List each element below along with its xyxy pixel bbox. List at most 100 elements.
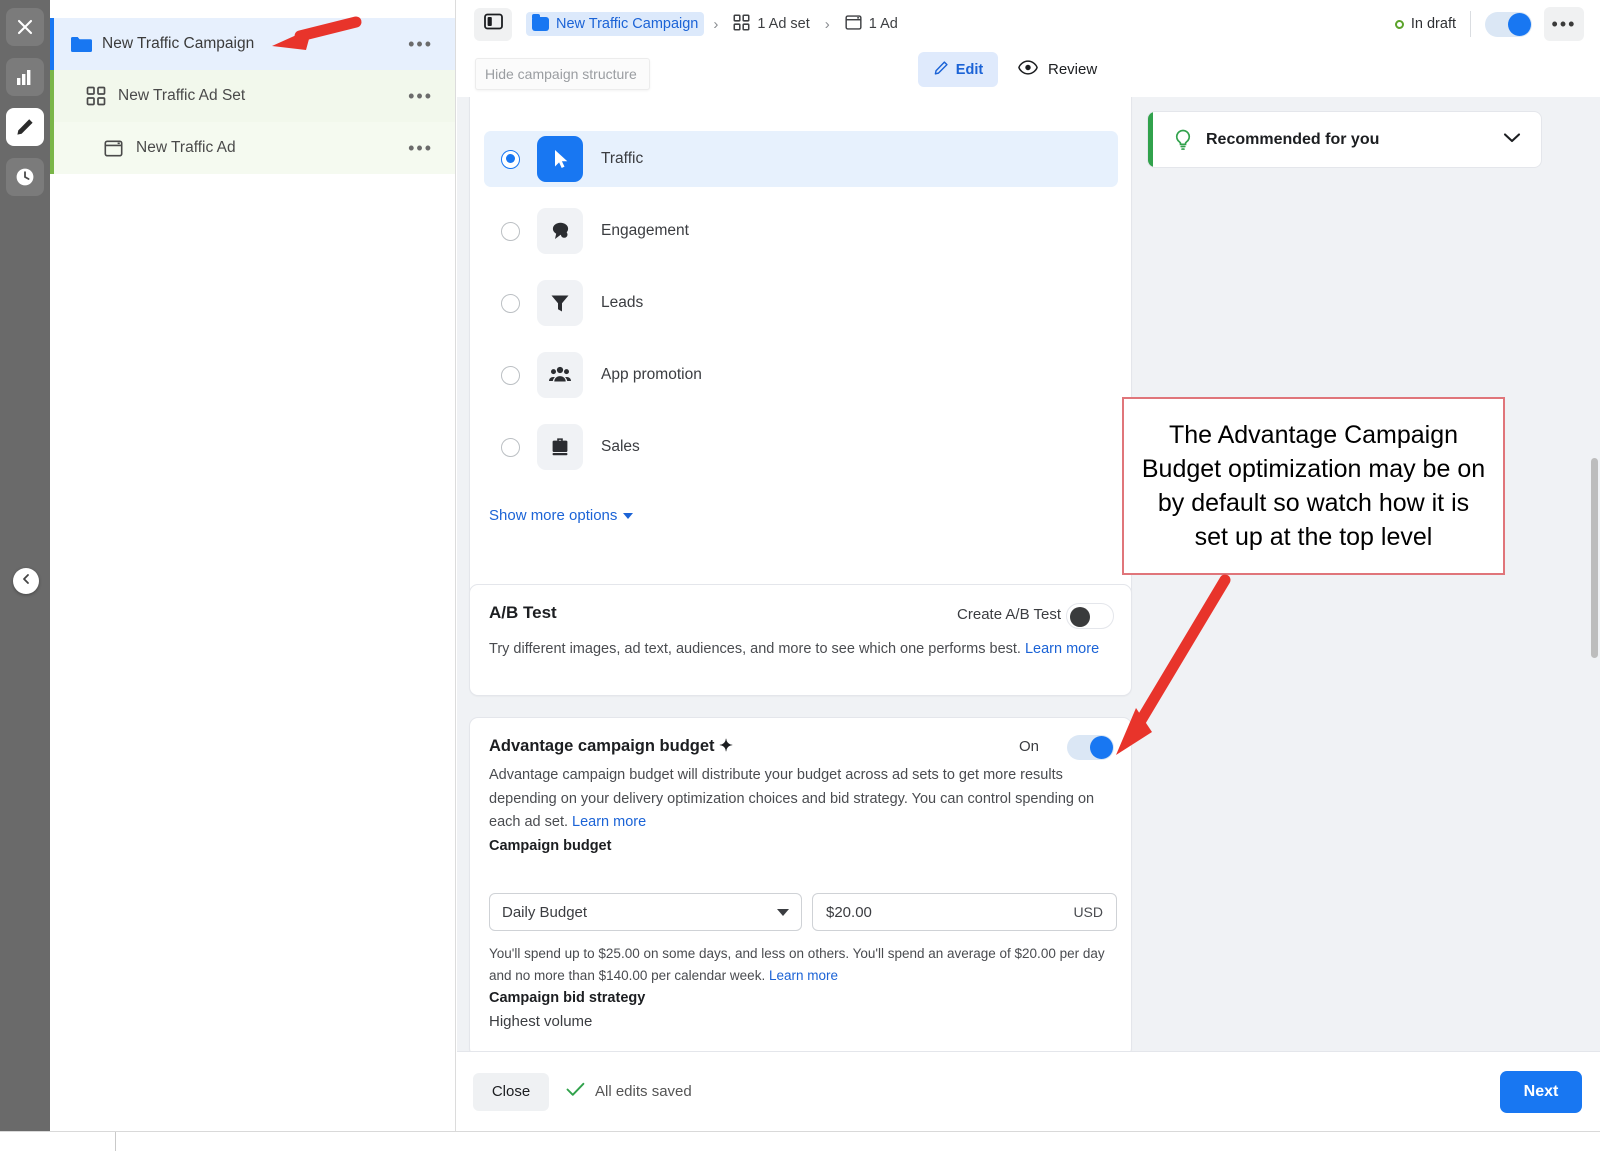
campaign-bid-strategy-label: Campaign bid strategy bbox=[489, 990, 646, 1006]
structure-ad-label: New Traffic Ad bbox=[136, 139, 236, 156]
create-ab-test-toggle[interactable] bbox=[1066, 603, 1114, 629]
annotation-callout-text: The Advantage Campaign Budget optimizati… bbox=[1141, 421, 1486, 551]
funnel-icon bbox=[537, 280, 583, 326]
status-area: In draft ••• bbox=[1394, 7, 1600, 41]
close-button[interactable]: Close bbox=[473, 1072, 549, 1111]
advantage-campaign-budget-card: Advantage campaign budget ✦ On Advantage… bbox=[469, 717, 1132, 1051]
recommended-for-you-panel[interactable]: Recommended for you bbox=[1147, 111, 1542, 168]
objective-sales-label: Sales bbox=[601, 438, 640, 455]
campaign-level-bar bbox=[50, 18, 54, 70]
grid-icon bbox=[86, 86, 112, 106]
pencil-icon-button[interactable] bbox=[6, 108, 44, 146]
window-icon bbox=[845, 14, 862, 35]
ab-test-title: A/B Test bbox=[489, 603, 557, 622]
radio-leads[interactable] bbox=[501, 293, 520, 313]
structure-row-campaign[interactable]: New Traffic Campaign ••• bbox=[50, 18, 455, 70]
ab-test-description-text: Try different images, ad text, audiences… bbox=[489, 641, 1025, 657]
briefcase-icon bbox=[537, 424, 583, 470]
structure-adset-menu[interactable]: ••• bbox=[408, 87, 433, 105]
clock-icon-button[interactable] bbox=[6, 158, 44, 196]
budget-amount-input[interactable]: $20.00 USD bbox=[812, 893, 1117, 931]
save-status: All edits saved bbox=[566, 1082, 692, 1101]
objective-traffic-label: Traffic bbox=[601, 150, 644, 167]
advantage-toggle-label: On bbox=[1018, 738, 1039, 755]
breadcrumb-ad-label: 1 Ad bbox=[868, 16, 898, 32]
objective-leads-label: Leads bbox=[601, 294, 644, 311]
advantage-description: Advantage campaign budget will distribut… bbox=[489, 764, 1117, 835]
breadcrumb-ad[interactable]: 1 Ad bbox=[839, 10, 904, 39]
objective-option-traffic[interactable]: Traffic bbox=[484, 131, 1118, 187]
tab-review[interactable]: Review bbox=[1018, 52, 1097, 87]
recommended-title: Recommended for you bbox=[1206, 130, 1380, 148]
campaign-budget-label: Campaign budget bbox=[489, 838, 612, 854]
breadcrumb-separator-2: › bbox=[824, 15, 830, 33]
structure-campaign-label: New Traffic Campaign bbox=[102, 35, 255, 52]
ab-test-toggle-label: Create A/B Test bbox=[957, 606, 1061, 623]
window-icon bbox=[104, 139, 130, 158]
show-more-options-link[interactable]: Show more options bbox=[489, 507, 634, 524]
main-scrollbar-thumb[interactable] bbox=[1591, 458, 1598, 658]
left-icon-rail bbox=[0, 0, 50, 1151]
tab-edit[interactable]: Edit bbox=[918, 52, 998, 87]
ab-test-learn-more-link[interactable]: Learn more bbox=[1025, 641, 1099, 657]
breadcrumb: New Traffic Campaign › 1 Ad set › 1 Ad bbox=[526, 10, 904, 39]
objective-option-leads[interactable]: Leads bbox=[484, 275, 1118, 331]
campaign-active-toggle[interactable] bbox=[1485, 11, 1532, 37]
chevron-down-icon bbox=[777, 908, 789, 916]
advantage-campaign-budget-toggle[interactable] bbox=[1067, 735, 1114, 760]
hide-campaign-structure-tooltip: Hide campaign structure bbox=[475, 58, 650, 90]
bottom-action-bar: Close All edits saved Next bbox=[457, 1051, 1600, 1131]
next-button[interactable]: Next bbox=[1500, 1070, 1582, 1113]
chat-bubble-icon bbox=[537, 208, 583, 254]
folder-icon bbox=[70, 35, 96, 53]
structure-campaign-menu[interactable]: ••• bbox=[408, 35, 433, 53]
clock-icon bbox=[14, 166, 36, 188]
radio-engagement[interactable] bbox=[501, 221, 520, 241]
annotation-callout: The Advantage Campaign Budget optimizati… bbox=[1122, 397, 1505, 575]
structure-adset-label: New Traffic Ad Set bbox=[118, 87, 246, 104]
breadcrumb-separator-1: › bbox=[713, 15, 719, 33]
ab-test-description: Try different images, ad text, audiences… bbox=[489, 638, 1119, 661]
status-dot-icon bbox=[1394, 19, 1404, 29]
browser-footer-strip bbox=[0, 1131, 1600, 1151]
panel-toggle-button[interactable] bbox=[474, 7, 512, 41]
people-icon bbox=[537, 352, 583, 398]
breadcrumb-campaign[interactable]: New Traffic Campaign bbox=[526, 12, 705, 36]
budget-amount-value: $20.00 bbox=[826, 903, 872, 921]
chart-icon bbox=[15, 67, 35, 87]
chevron-down-icon bbox=[623, 512, 634, 519]
chevron-down-icon[interactable] bbox=[1503, 131, 1521, 149]
collapse-rail-button[interactable] bbox=[13, 568, 39, 594]
chart-icon-button[interactable] bbox=[6, 58, 44, 96]
campaign-structure-sidebar: New Traffic Campaign ••• New Traffic Ad … bbox=[50, 0, 456, 1151]
currency-label: USD bbox=[1073, 904, 1103, 920]
status-badge: In draft bbox=[1410, 16, 1456, 32]
objective-option-sales[interactable]: Sales bbox=[484, 419, 1118, 475]
objective-option-engagement[interactable]: Engagement bbox=[484, 203, 1118, 259]
advantage-learn-more-link[interactable]: Learn more bbox=[572, 814, 646, 830]
folder-icon bbox=[532, 14, 549, 31]
objective-option-app-promotion[interactable]: App promotion bbox=[484, 347, 1118, 403]
spend-note-learn-more-link[interactable]: Learn more bbox=[769, 968, 838, 983]
spend-note: You'll spend up to $25.00 on some days, … bbox=[489, 943, 1117, 987]
divider bbox=[1470, 11, 1471, 37]
objective-app-promotion-label: App promotion bbox=[601, 366, 702, 383]
breadcrumb-adset-label: 1 Ad set bbox=[757, 16, 810, 32]
lightbulb-icon bbox=[1173, 129, 1193, 151]
breadcrumb-adset[interactable]: 1 Ad set bbox=[727, 10, 815, 39]
budget-type-value: Daily Budget bbox=[502, 903, 588, 921]
radio-traffic[interactable] bbox=[501, 149, 520, 169]
cursor-icon bbox=[537, 136, 583, 182]
close-icon-button[interactable] bbox=[6, 8, 44, 46]
recommended-accent-bar bbox=[1148, 112, 1153, 167]
radio-sales[interactable] bbox=[501, 437, 520, 457]
budget-type-select[interactable]: Daily Budget bbox=[489, 893, 802, 931]
more-options-button[interactable]: ••• bbox=[1544, 7, 1584, 41]
pencil-icon bbox=[933, 60, 949, 80]
structure-row-ad[interactable]: New Traffic Ad ••• bbox=[50, 122, 455, 174]
structure-ad-menu[interactable]: ••• bbox=[408, 139, 433, 157]
ad-level-bar bbox=[50, 122, 54, 174]
radio-app-promotion[interactable] bbox=[501, 365, 520, 385]
adset-level-bar bbox=[50, 70, 54, 122]
structure-row-adset[interactable]: New Traffic Ad Set ••• bbox=[50, 70, 455, 122]
